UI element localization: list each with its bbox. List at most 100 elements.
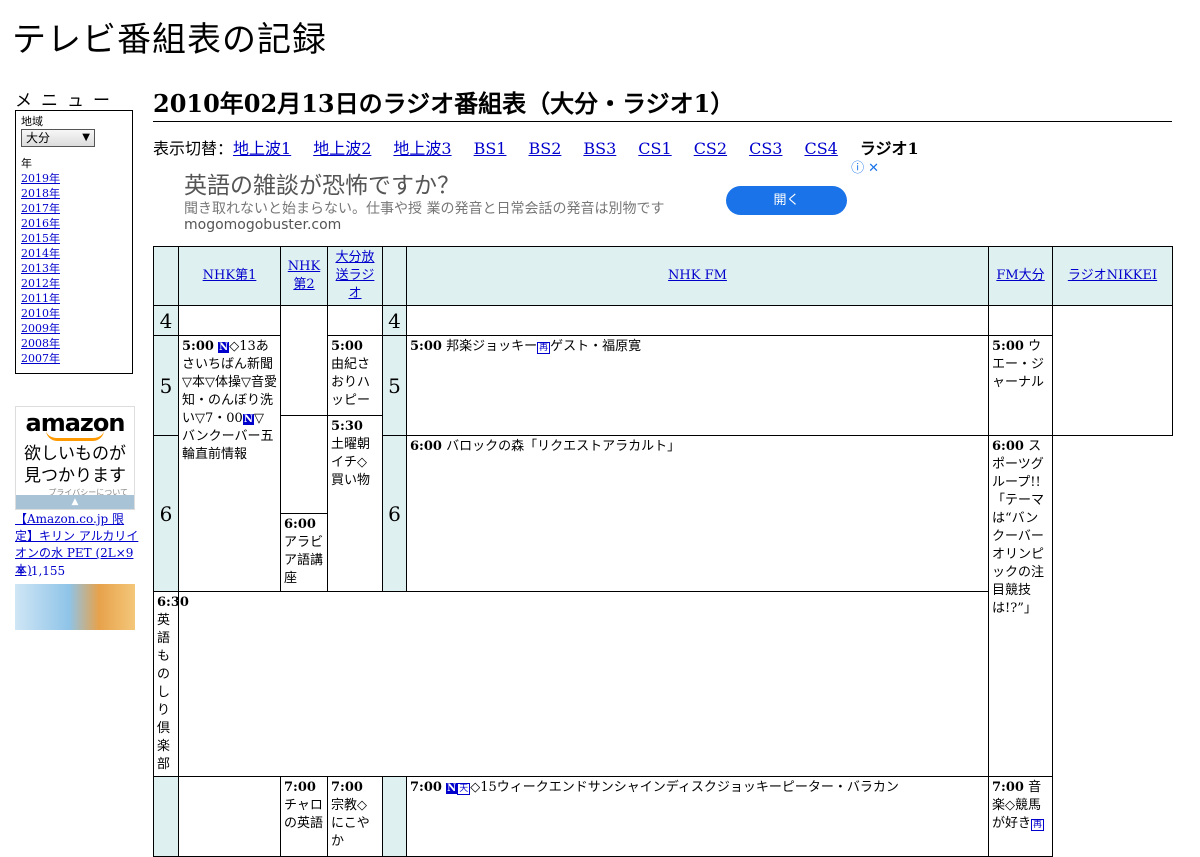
program-text: バロックの森「リクエストアラカルト」	[446, 439, 681, 454]
hour-cell: 6	[153, 435, 179, 592]
program-text: アラビア語講座	[284, 535, 324, 586]
program-cell: 5:00 N◇13あさいちばん新聞▽本▽体操▽音愛知・のんぼり洗い▽7・00N▽…	[178, 335, 281, 592]
program-cell-empty	[406, 305, 989, 336]
channel-link[interactable]: 大分放送ラジオ	[335, 250, 374, 301]
hour-cell	[382, 776, 407, 857]
program-cell: 7:00 N 天 ◇15ウィークエンドサンシャインディスクジョッキーピーター・バラカ…	[406, 776, 989, 857]
site-title: テレビ番組表の記録	[12, 20, 327, 60]
program-cell: 6:30 英語ものしり倶楽部	[153, 591, 189, 777]
program-cell: 7:00 音楽◇競馬が好き再	[988, 776, 1053, 857]
program-text: ◇15ウィークエンドサンシャインディスクジョッキーピーター・バラカン	[470, 780, 899, 795]
program-cell: 5:00 邦楽ジョッキー再ゲスト・福原寛	[406, 335, 989, 436]
amazon-ad[interactable]: amazon 欲しいものが 見つかります プライバシーについて ▲	[15, 406, 135, 510]
channel-header: NHK第2	[280, 246, 328, 306]
program-cell: 6:00 アラビア語講座	[280, 513, 328, 592]
program-cell: 6:00 スポーツグループ!!「テーマは“バンクーバーオリンピックの注目競技は!…	[988, 435, 1053, 777]
ad-description: 聞き取れないと始まらない。仕事や授 業の発音と日常会話の発音は別物です	[184, 201, 665, 217]
year-link[interactable]: 2011年	[21, 292, 60, 305]
channel-link[interactable]: NHK第1	[203, 268, 257, 283]
program-time: 5:00	[992, 339, 1024, 354]
close-icon[interactable]: ✕	[868, 161, 879, 176]
year-link[interactable]: 2017年	[21, 202, 60, 215]
year-link[interactable]: 2019年	[21, 172, 60, 185]
program-time: 7:00	[284, 780, 316, 795]
program-text: 由紀さおりハッピー	[331, 357, 371, 408]
chevron-up-icon[interactable]: ▲	[16, 495, 134, 509]
ad-domain: mogomogobuster.com	[184, 217, 342, 233]
program-text: スポーツグループ!!「テーマは“バンクーバーオリンピックの注目競技は!?”」	[992, 439, 1045, 616]
hour-cell: 4	[382, 305, 407, 336]
info-icon[interactable]: ⓘ	[851, 161, 864, 176]
channel-link[interactable]: ラジオNIKKEI	[1068, 268, 1157, 283]
program-cell: 7:00 チャロの英語	[280, 776, 328, 857]
program-text: ゲスト・福原寛	[550, 339, 642, 354]
hour-cell: 5	[153, 335, 179, 436]
corner-cell	[153, 246, 179, 306]
hour-row: 4 4	[153, 305, 1173, 436]
news-icon: N	[242, 414, 254, 425]
year-link[interactable]: 2018年	[21, 187, 60, 200]
year-link[interactable]: 2015年	[21, 232, 60, 245]
ad-banner[interactable]: ⓘ ✕ 英語の雑談が恐怖ですか？ 聞き取れないと始まらない。仕事や授 業の発音と日…	[153, 156, 881, 246]
program-text: 邦楽ジョッキー	[446, 339, 538, 354]
year-link[interactable]: 2016年	[21, 217, 60, 230]
weather-icon: 天	[457, 783, 471, 795]
rerun-icon: 再	[1031, 819, 1045, 831]
program-cell-empty	[327, 305, 383, 336]
program-cell-empty	[178, 776, 281, 857]
year-link[interactable]: 2008年	[21, 337, 60, 350]
hour-cell	[153, 776, 179, 857]
year-link[interactable]: 2009年	[21, 322, 60, 335]
amazon-tagline: 見つかります	[24, 466, 126, 486]
channel-link[interactable]: NHK第2	[288, 259, 320, 292]
ad-controls: ⓘ ✕	[847, 157, 879, 176]
year-link[interactable]: 2007年	[21, 352, 60, 365]
channel-header: 大分放送ラジオ	[327, 246, 383, 306]
schedule-table: NHK第1 NHK第2 大分放送ラジオ NHK FM FM大分 ラジオNIKKE…	[153, 246, 1173, 857]
hour-cell: 4	[153, 305, 179, 336]
rerun-icon: 再	[537, 342, 551, 354]
program-cell: 6:00 バロックの森「リクエストアラカルト」	[406, 435, 989, 592]
program-time: 6:00	[992, 439, 1024, 454]
product-price: ￥ 1,155	[15, 564, 66, 578]
news-icon: N	[218, 342, 230, 353]
amazon-logo: amazon	[25, 409, 126, 437]
program-cell: 5:00 由紀さおりハッピー	[327, 335, 383, 416]
year-link[interactable]: 2013年	[21, 262, 60, 275]
program-cell: 7:00 宗教◇にこやか	[327, 776, 383, 857]
ad-open-button[interactable]: 開く	[726, 186, 847, 215]
channel-link[interactable]: NHK FM	[668, 268, 727, 283]
corner-cell	[382, 246, 407, 306]
product-image[interactable]	[15, 584, 135, 630]
region-label: 地域	[21, 115, 43, 128]
amazon-tagline: 欲しいものが	[24, 444, 126, 464]
program-time: 7:00	[410, 780, 442, 795]
year-label: 年	[21, 157, 32, 170]
program-time: 5:30	[331, 419, 363, 434]
header-row: NHK第1 NHK第2 大分放送ラジオ NHK FM FM大分 ラジオNIKKE…	[153, 246, 1173, 306]
year-link[interactable]: 2014年	[21, 247, 60, 260]
program-cell-empty	[280, 415, 328, 514]
program-time: 7:00	[992, 780, 1024, 795]
program-time: 6:30	[157, 595, 189, 610]
program-text: 土曜朝イチ◇買い物	[331, 437, 371, 488]
ad-headline[interactable]: 英語の雑談が恐怖ですか？	[184, 166, 460, 200]
program-cell-empty	[1052, 305, 1173, 436]
year-link[interactable]: 2010年	[21, 307, 60, 320]
program-cell: 5:00 ウエー・ジャーナル	[988, 335, 1053, 436]
hour-cell: 5	[382, 335, 407, 436]
news-icon: N	[446, 783, 458, 794]
program-cell-empty	[988, 305, 1053, 336]
channel-header: NHK第1	[178, 246, 281, 306]
program-time: 7:00	[331, 780, 363, 795]
chevron-down-icon: ▼	[82, 132, 90, 143]
channel-link[interactable]: FM大分	[996, 268, 1044, 283]
region-select[interactable]: 大分 ▼	[21, 129, 95, 147]
program-time: 6:00	[410, 439, 442, 454]
program-time: 5:00	[410, 339, 442, 354]
menu-box: 地域 大分 ▼ 年 2019年 2018年 2017年 2016年 2015年 …	[15, 110, 133, 374]
program-cell-empty	[178, 305, 281, 336]
program-text: 宗教◇にこやか	[331, 798, 370, 849]
year-link[interactable]: 2012年	[21, 277, 60, 290]
menu-heading: メニュー	[15, 91, 119, 111]
